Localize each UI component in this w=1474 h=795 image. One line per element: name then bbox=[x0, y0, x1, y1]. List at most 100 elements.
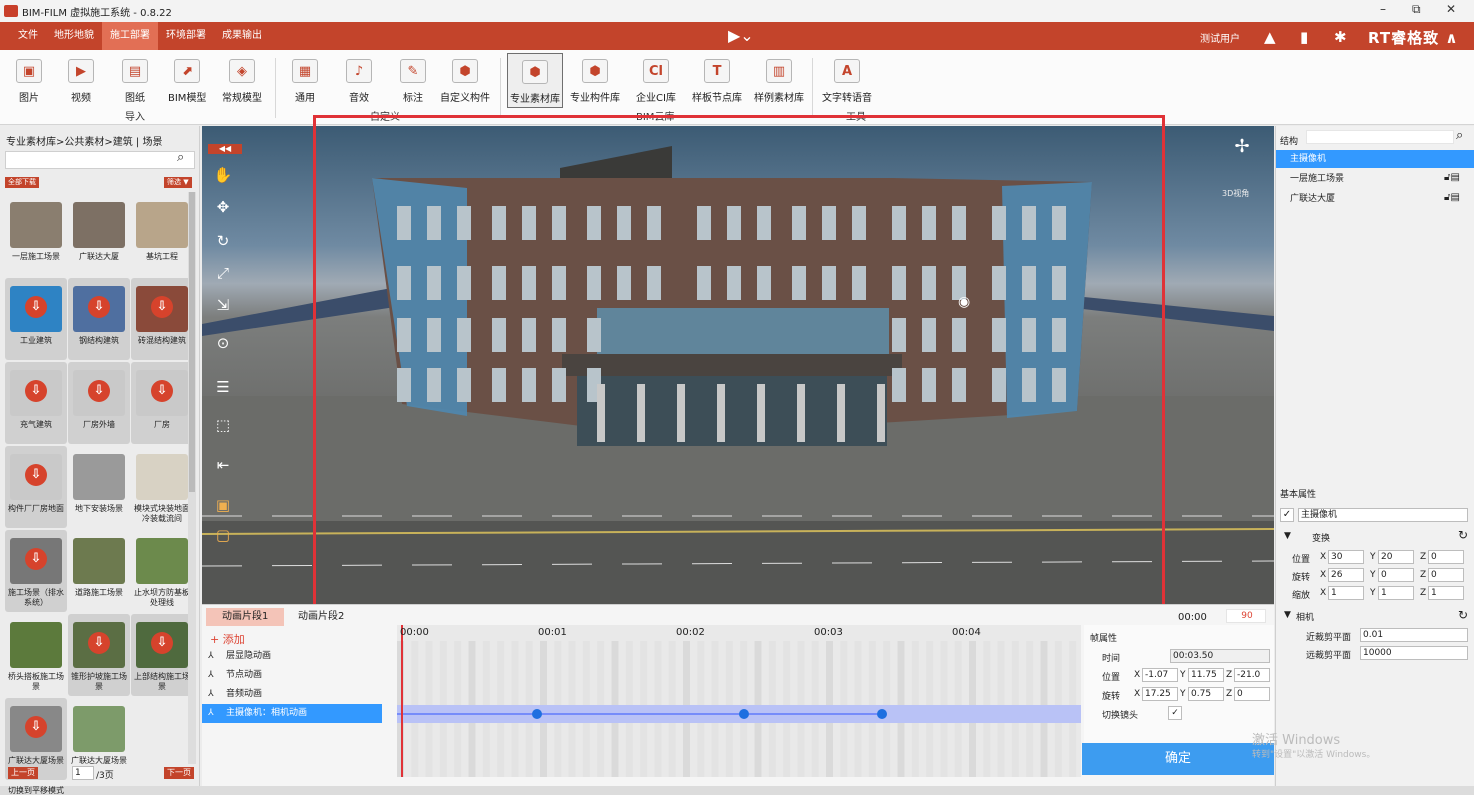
menu-environment[interactable]: 环境部署 bbox=[158, 22, 214, 50]
rotate-icon[interactable]: ↻ bbox=[212, 230, 234, 252]
material-item[interactable]: 地下安装场景 bbox=[68, 446, 130, 528]
download-icon[interactable]: ⇩ bbox=[151, 632, 173, 654]
collapse-camera-icon[interactable]: ▼ bbox=[1284, 610, 1291, 620]
lock-icon[interactable]: 🔓︎▤ bbox=[1444, 172, 1460, 183]
keyframe[interactable] bbox=[532, 709, 542, 719]
material-item[interactable]: 广联达大厦 bbox=[68, 194, 130, 276]
material-item[interactable]: 一层施工场景 bbox=[5, 194, 67, 276]
sound-button[interactable]: ♪ 音效 bbox=[346, 59, 372, 117]
structure-search-input[interactable] bbox=[1306, 130, 1454, 144]
menu-file[interactable]: 文件 bbox=[10, 22, 46, 50]
transform-z-input[interactable]: 0 bbox=[1428, 550, 1464, 564]
rot-z-input[interactable]: 0 bbox=[1234, 687, 1270, 701]
play-button[interactable]: ▶⌄ bbox=[728, 26, 754, 45]
transform-x-input[interactable]: 26 bbox=[1328, 568, 1364, 582]
keyframe[interactable] bbox=[739, 709, 749, 719]
material-item[interactable]: ⇩ 锥形护坡施工场景 bbox=[68, 614, 130, 696]
near-plane-input[interactable]: 0.01 bbox=[1360, 628, 1468, 642]
move-icon[interactable]: ✥ bbox=[212, 196, 234, 218]
tree-item-camera[interactable]: 主摄像机 bbox=[1276, 150, 1474, 168]
collapse-toolbar-button[interactable]: ◀◀ bbox=[208, 144, 242, 154]
far-plane-input[interactable]: 10000 bbox=[1360, 646, 1468, 660]
pro-material-library-button[interactable]: ⬢ 专业素材库 bbox=[507, 53, 563, 108]
material-item[interactable]: 基坑工程 bbox=[131, 194, 193, 276]
material-item[interactable]: 止水坝方防基板处理线 bbox=[131, 530, 193, 612]
material-item[interactable]: ⇩ 上部结构施工场景 bbox=[131, 614, 193, 696]
pro-component-library-button[interactable]: ⬢ 专业构件库 bbox=[570, 59, 620, 117]
object-name-input[interactable]: 主摄像机 bbox=[1298, 508, 1468, 522]
rot-x-input[interactable]: 17.25 bbox=[1142, 687, 1178, 701]
page-input[interactable]: 1 bbox=[72, 766, 94, 780]
timeline-track[interactable]: ⅄ 音频动画 bbox=[202, 685, 382, 704]
resize-icon[interactable]: ⇲ bbox=[212, 294, 234, 316]
collapse-transform-icon[interactable]: ▼ bbox=[1284, 531, 1291, 541]
material-item[interactable]: 模块式块装地面冷装载流间 bbox=[131, 446, 193, 528]
hand-pan-icon[interactable]: ✋ bbox=[212, 164, 234, 186]
download-icon[interactable]: ⇩ bbox=[25, 296, 47, 318]
align-icon[interactable]: ⇤ bbox=[212, 454, 234, 476]
view-gizmo-icon[interactable]: ✢ bbox=[1230, 136, 1254, 180]
filter-button[interactable]: 筛选 ▼ bbox=[164, 177, 192, 188]
material-item[interactable]: ⇩ 厂房 bbox=[131, 362, 193, 444]
gear-icon[interactable]: ✱ bbox=[1334, 28, 1347, 46]
annotate-button[interactable]: ✎ 标注 bbox=[400, 59, 426, 117]
visible-checkbox[interactable]: ✓ bbox=[1280, 508, 1294, 522]
document-icon[interactable]: ▮ bbox=[1300, 28, 1308, 46]
frame-select-icon[interactable]: ⬚ bbox=[212, 414, 234, 436]
snap-icon[interactable]: ⊙ bbox=[212, 332, 234, 354]
sample-material-library-button[interactable]: ▥ 样例素材库 bbox=[754, 59, 804, 117]
end-time-input[interactable]: 90 bbox=[1226, 609, 1266, 623]
import-general-model-button[interactable]: ◈ 常规模型 bbox=[222, 59, 262, 117]
material-item[interactable]: ⇩ 构件厂厂房地面 bbox=[5, 446, 67, 528]
download-all-button[interactable]: 全部下载 bbox=[5, 177, 39, 188]
material-item[interactable]: ⇩ 工业建筑 bbox=[5, 278, 67, 360]
library-scrollbar[interactable] bbox=[188, 192, 196, 764]
download-icon[interactable]: ⇩ bbox=[151, 380, 173, 402]
restore-button[interactable]: ⧉ bbox=[1412, 2, 1421, 17]
pos-x-input[interactable]: -1.07 bbox=[1142, 668, 1178, 682]
transform-y-input[interactable]: 0 bbox=[1378, 568, 1414, 582]
download-icon[interactable]: ⇩ bbox=[25, 464, 47, 486]
general-button[interactable]: ▦ 通用 bbox=[292, 59, 318, 117]
download-icon[interactable]: ⇩ bbox=[25, 548, 47, 570]
prev-page-button[interactable]: 上一页 bbox=[8, 767, 38, 779]
pos-y-input[interactable]: 11.75 bbox=[1188, 668, 1224, 682]
layers-icon[interactable]: ☰ bbox=[212, 376, 234, 398]
download-icon[interactable]: ⇩ bbox=[25, 716, 47, 738]
group-icon[interactable]: ▣ bbox=[212, 494, 234, 516]
search-icon[interactable]: ⌕ bbox=[177, 150, 184, 165]
custom-component-button[interactable]: ⬢ 自定义构件 bbox=[440, 59, 490, 117]
switch-camera-checkbox[interactable]: ✓ bbox=[1168, 706, 1182, 720]
ungroup-icon[interactable]: ▢ bbox=[212, 524, 234, 546]
lock-icon[interactable]: 🔓︎▤ bbox=[1444, 192, 1460, 203]
next-page-button[interactable]: 下一页 bbox=[164, 767, 194, 779]
import-bim-button[interactable]: ⬈ BIM模型 bbox=[168, 59, 206, 117]
template-node-library-button[interactable]: T 样板节点库 bbox=[692, 59, 742, 117]
rot-y-input[interactable]: 0.75 bbox=[1188, 687, 1224, 701]
confirm-button[interactable]: 确定 bbox=[1082, 743, 1274, 775]
menu-construction[interactable]: 施工部署 bbox=[102, 22, 158, 50]
add-track-button[interactable]: + 添加 bbox=[210, 631, 245, 647]
import-video-button[interactable]: ▶ 视频 bbox=[68, 59, 94, 117]
import-image-button[interactable]: ▣ 图片 bbox=[16, 59, 42, 117]
library-search-input[interactable] bbox=[5, 151, 195, 169]
keyframe-area[interactable] bbox=[397, 625, 1081, 777]
download-icon[interactable]: ⇩ bbox=[88, 380, 110, 402]
material-item[interactable]: 道路施工场景 bbox=[68, 530, 130, 612]
reset-icon[interactable]: ↻ bbox=[1458, 528, 1468, 542]
timeline-track[interactable]: ⅄ 主摄像机：相机动画 bbox=[202, 704, 382, 723]
transform-x-input[interactable]: 1 bbox=[1328, 586, 1364, 600]
menu-terrain[interactable]: 地形地貌 bbox=[46, 22, 102, 50]
scale-icon[interactable]: ⤢ bbox=[212, 262, 234, 284]
frame-time-input[interactable]: 00:03.50 bbox=[1170, 649, 1270, 663]
transform-y-input[interactable]: 20 bbox=[1378, 550, 1414, 564]
minimize-button[interactable]: – bbox=[1380, 2, 1386, 16]
tab-clip-2[interactable]: 动画片段2 bbox=[282, 608, 360, 626]
tab-clip-1[interactable]: 动画片段1 bbox=[206, 608, 285, 626]
download-icon[interactable]: ⇩ bbox=[88, 296, 110, 318]
material-item[interactable]: ⇩ 厂房外墙 bbox=[68, 362, 130, 444]
material-item[interactable]: ⇩ 充气建筑 bbox=[5, 362, 67, 444]
brand-logo[interactable]: RT睿格致 ∧ bbox=[1368, 27, 1459, 48]
timeline-track[interactable]: ⅄ 层显隐动画 bbox=[202, 647, 382, 666]
transform-y-input[interactable]: 1 bbox=[1378, 586, 1414, 600]
